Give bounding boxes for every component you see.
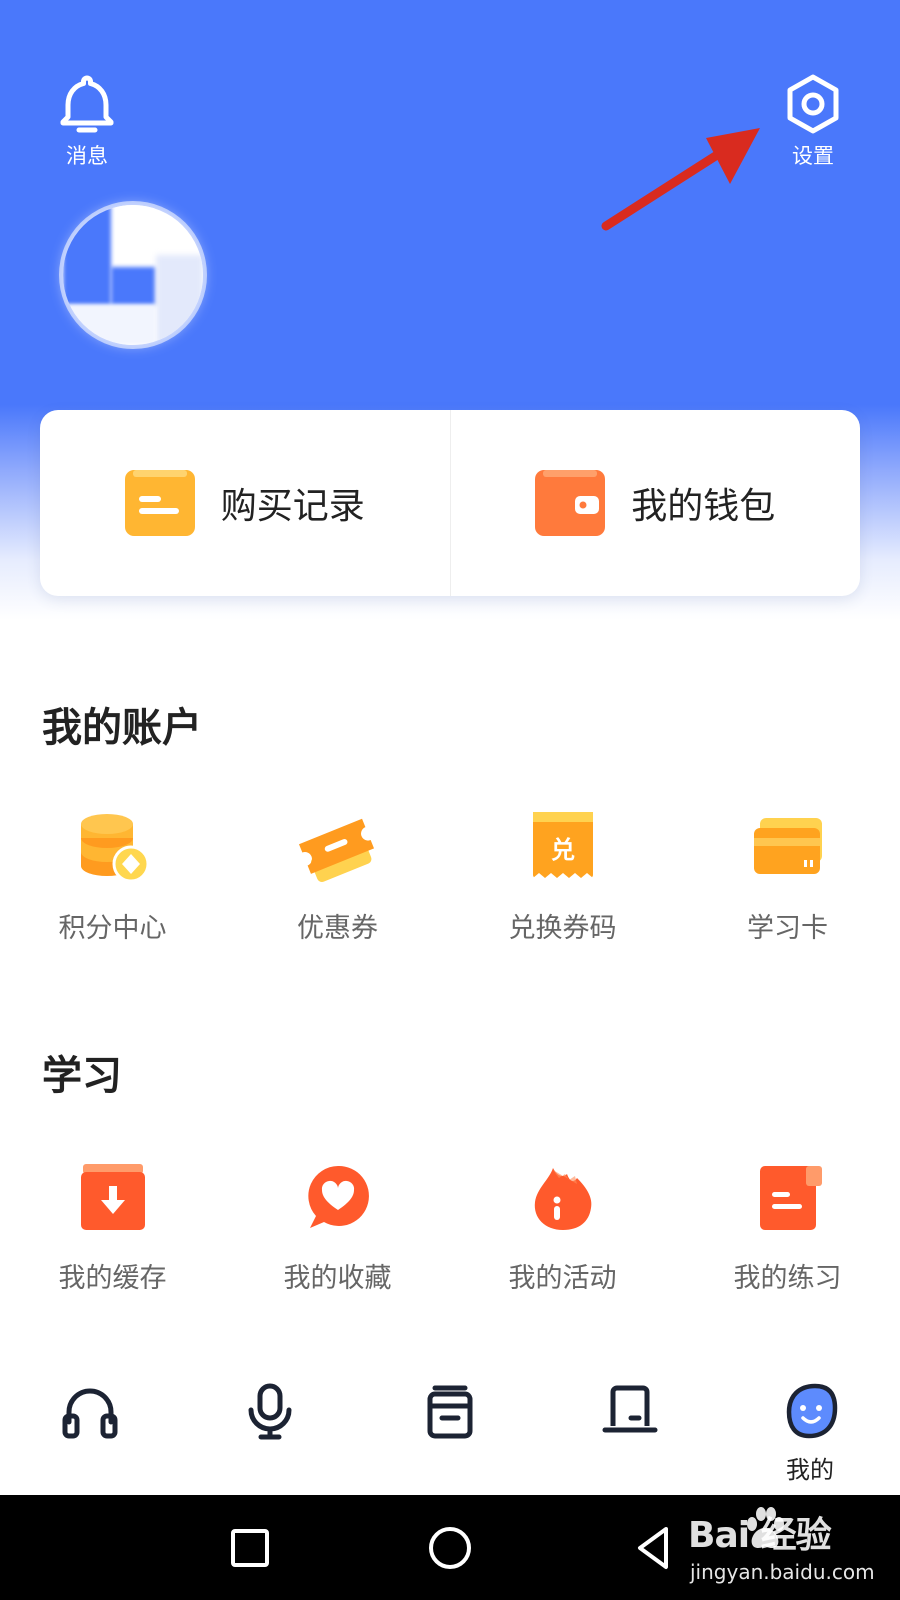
settings-button[interactable]: 设置 <box>768 74 858 184</box>
ticket-icon <box>298 818 374 882</box>
microphone-icon <box>248 1383 292 1440</box>
coupons-label: 优惠券 <box>297 913 378 944</box>
headphones-icon <box>62 1388 118 1439</box>
nav-mine[interactable]: 我的 <box>720 1362 900 1492</box>
redeem-code-label: 兑换券码 <box>508 913 617 944</box>
flame-icon <box>534 1168 591 1230</box>
my-favorites-label: 我的收藏 <box>283 1263 392 1294</box>
study-section-title: 学习 <box>42 1053 122 1099</box>
paw-icon <box>747 1507 784 1548</box>
coin-stack-icon <box>80 814 149 883</box>
my-exercises-label: 我的练习 <box>733 1263 842 1294</box>
nav-listen[interactable] <box>0 1362 180 1492</box>
purchase-records-button[interactable]: 购买记录 <box>40 410 450 596</box>
notification-button[interactable]: 消息 <box>42 74 132 184</box>
avatar[interactable] <box>63 205 203 345</box>
my-cache-label: 我的缓存 <box>58 1263 167 1294</box>
my-cache-button[interactable]: 我的缓存 <box>0 1158 225 1295</box>
redeem-code-icon: 兑 <box>532 812 593 884</box>
coupons-button[interactable]: 优惠券 <box>225 808 450 945</box>
bottom-nav: 我的 <box>0 1362 900 1492</box>
wallet-button[interactable]: 我的钱包 <box>449 410 861 596</box>
study-card-button[interactable]: 学习卡 <box>675 808 900 945</box>
account-section-title: 我的账户 <box>42 705 202 751</box>
smiley-face-icon <box>786 1383 838 1439</box>
study-card-icon <box>753 818 822 874</box>
baidu-jingyan-watermark: Bai 经验 jingyan.baidu.com <box>688 1502 888 1592</box>
notification-label: 消息 <box>66 144 108 168</box>
my-favorites-button[interactable]: 我的收藏 <box>225 1158 450 1295</box>
heart-bubble-icon <box>307 1165 369 1228</box>
book-box-icon <box>427 1385 473 1439</box>
nav-courses[interactable] <box>540 1362 720 1492</box>
purchase-records-label: 购买记录 <box>220 486 365 527</box>
bell-icon <box>57 74 117 134</box>
exercise-doc-icon <box>759 1166 822 1230</box>
quick-actions-card: 购买记录 我的钱包 <box>40 410 860 596</box>
nav-speak[interactable] <box>180 1362 360 1492</box>
redeem-code-button[interactable]: 兑 兑换券码 <box>450 808 675 945</box>
account-grid: 积分中心 优惠券 兑 兑换券码 学习卡 <box>0 808 900 945</box>
my-activities-label: 我的活动 <box>508 1263 617 1294</box>
settings-hexagon-icon <box>783 74 843 134</box>
nav-books[interactable] <box>360 1362 540 1492</box>
study-card-label: 学习卡 <box>747 913 828 944</box>
redeem-icon-glyph: 兑 <box>551 836 575 864</box>
watermark-url: jingyan.baidu.com <box>690 1560 875 1584</box>
download-box-icon <box>80 1164 145 1230</box>
receipt-icon <box>124 470 195 536</box>
settings-label: 设置 <box>792 144 834 168</box>
points-center-button[interactable]: 积分中心 <box>0 808 225 945</box>
nav-mine-label: 我的 <box>786 1456 834 1484</box>
annotation-arrow <box>601 128 760 231</box>
wallet-label: 我的钱包 <box>631 486 776 527</box>
study-grid: 我的缓存 我的收藏 我的活动 我的练习 <box>0 1158 900 1295</box>
back-triangle-icon[interactable] <box>630 1523 680 1573</box>
recent-apps-icon[interactable] <box>225 1523 275 1573</box>
laptop-icon <box>602 1385 658 1433</box>
points-center-label: 积分中心 <box>58 913 167 944</box>
my-exercises-button[interactable]: 我的练习 <box>675 1158 900 1295</box>
home-icon[interactable] <box>425 1523 475 1573</box>
my-activities-button[interactable]: 我的活动 <box>450 1158 675 1295</box>
wallet-icon <box>535 470 606 536</box>
